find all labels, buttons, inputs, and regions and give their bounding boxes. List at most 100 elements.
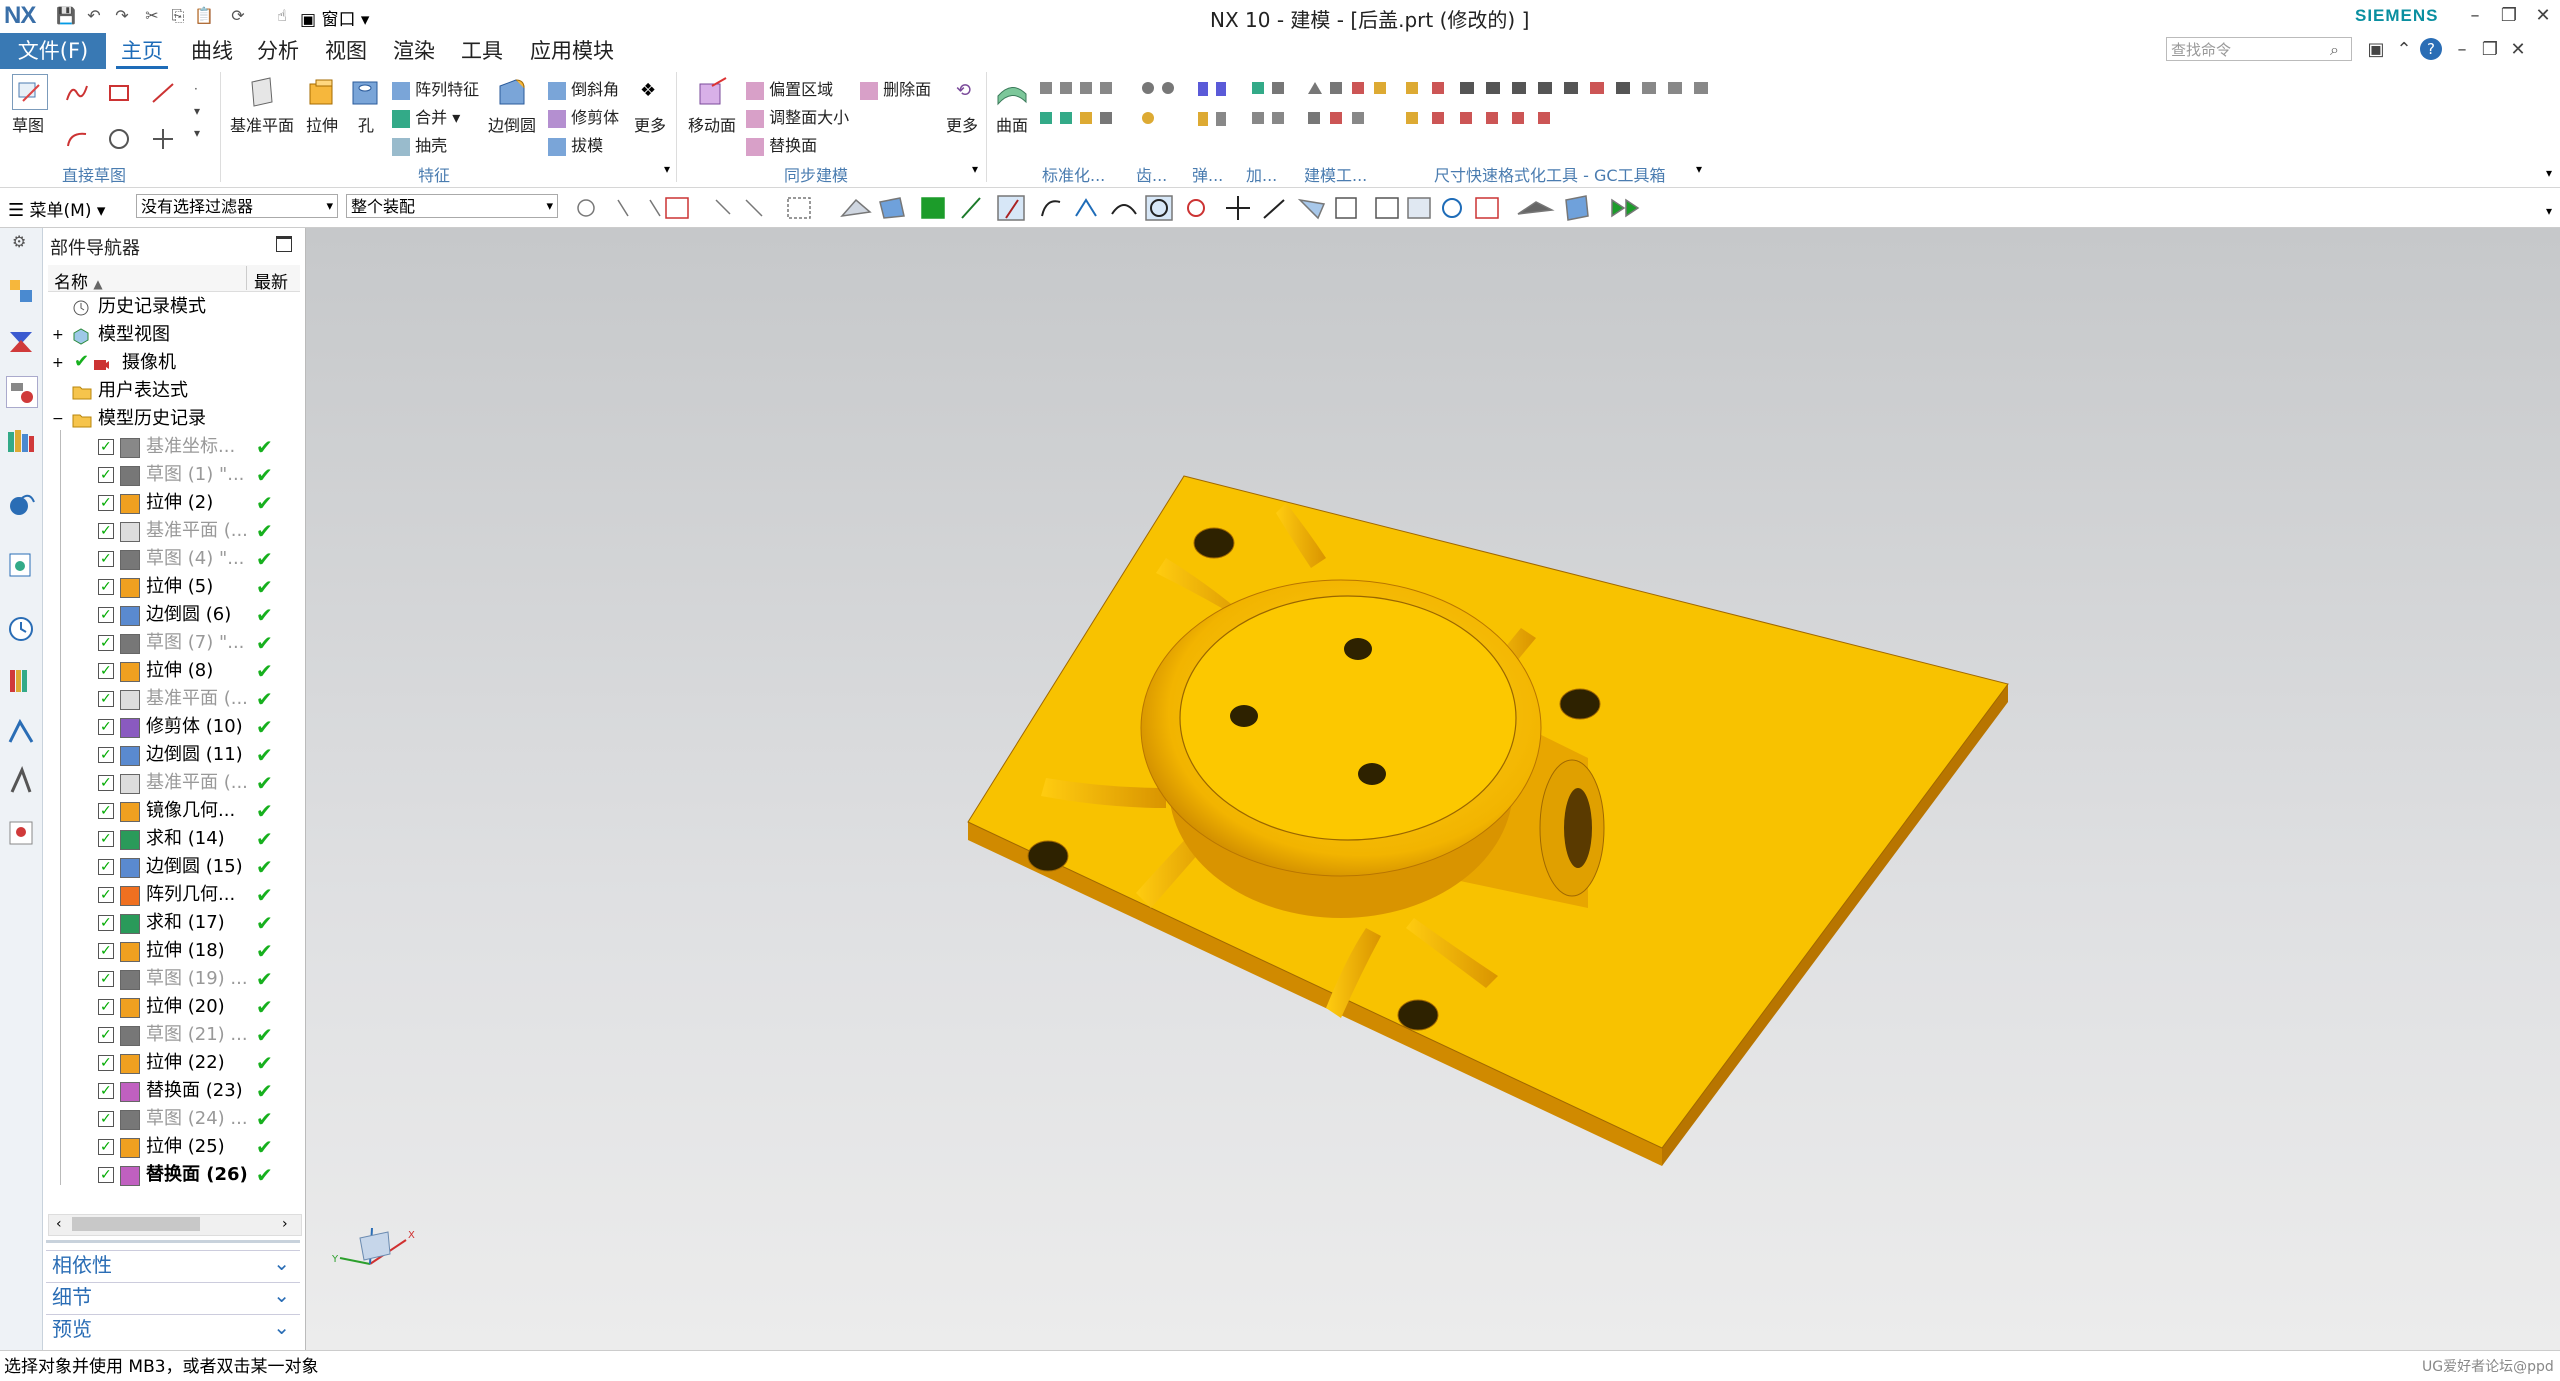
view-triad[interactable]: X Y xyxy=(330,1218,416,1282)
feature-row[interactable]: 基准平面 (... ✔ xyxy=(48,685,300,713)
part-model[interactable] xyxy=(306,228,2560,1350)
visibility-checkbox[interactable] xyxy=(98,601,114,629)
visibility-checkbox[interactable] xyxy=(98,629,114,657)
visibility-checkbox[interactable] xyxy=(98,685,114,713)
group-gear[interactable]: 齿... xyxy=(1136,162,1167,186)
feature-row[interactable]: 拉伸 (18) ✔ xyxy=(48,937,300,965)
datum-plane-icon[interactable] xyxy=(246,76,278,112)
navigator-maximize-icon[interactable] xyxy=(276,236,292,252)
constraint-navigator-icon[interactable] xyxy=(6,326,36,356)
profile-icon[interactable] xyxy=(64,80,90,110)
draft-button[interactable]: 拔模 xyxy=(548,132,603,156)
feature-row[interactable]: 拉伸 (8) ✔ xyxy=(48,657,300,685)
visibility-checkbox[interactable] xyxy=(98,909,114,937)
spring-tools-icons[interactable] xyxy=(1196,80,1236,140)
feature-row[interactable]: 草图 (21) ... ✔ xyxy=(48,1021,300,1049)
touch-mode-icon[interactable]: ☝ xyxy=(272,6,292,26)
undo-icon[interactable]: ↶ xyxy=(84,6,104,26)
feature-row[interactable]: 草图 (19) ... ✔ xyxy=(48,965,300,993)
group-spring[interactable]: 弹... xyxy=(1192,162,1223,186)
visibility-checkbox[interactable] xyxy=(98,461,114,489)
graphics-window[interactable] xyxy=(306,228,2560,1350)
sketch-button[interactable]: 草图 xyxy=(12,112,44,136)
visibility-checkbox[interactable] xyxy=(98,657,114,685)
paste-icon[interactable]: 📋 xyxy=(194,6,214,26)
close-icon[interactable]: ✕ xyxy=(2528,4,2558,28)
history-palette-icon[interactable] xyxy=(6,550,36,580)
feature-row[interactable]: 边倒圆 (6) ✔ xyxy=(48,601,300,629)
feature-row[interactable]: 草图 (24) ... ✔ xyxy=(48,1105,300,1133)
feature-row[interactable]: 替换面 (26) ✔ xyxy=(48,1161,300,1189)
circle-icon[interactable] xyxy=(106,126,132,156)
feature-row[interactable]: 阵列几何... ✔ xyxy=(48,881,300,909)
extrude-button[interactable]: 拉伸 xyxy=(306,112,338,136)
hole-icon[interactable] xyxy=(350,76,380,112)
panel-details[interactable]: 细节 ⌄ xyxy=(46,1282,300,1311)
feature-row[interactable]: 拉伸 (5) ✔ xyxy=(48,573,300,601)
doc-restore-icon[interactable]: ❐ xyxy=(2478,38,2502,62)
scroll-right-icon[interactable]: › xyxy=(282,1216,288,1232)
gear-tools-icons[interactable] xyxy=(1140,80,1184,140)
repeat-command-icon[interactable]: ⟳ xyxy=(228,6,248,26)
help-icon[interactable]: ? xyxy=(2420,38,2442,60)
feature-row[interactable]: 边倒圆 (15) ✔ xyxy=(48,853,300,881)
sync-more-icon[interactable]: ⟲ xyxy=(956,80,971,101)
sketch-icon[interactable] xyxy=(12,74,48,110)
process-studio-icon[interactable] xyxy=(6,716,36,746)
feature-row[interactable]: 拉伸 (20) ✔ xyxy=(48,993,300,1021)
tree-node-user-expressions[interactable]: 用户表达式 xyxy=(48,377,300,405)
feature-row[interactable]: 草图 (4) "... ✔ xyxy=(48,545,300,573)
command-search-input[interactable]: 查找命令 xyxy=(2166,37,2352,61)
feature-row[interactable]: 替换面 (23) ✔ xyxy=(48,1077,300,1105)
visibility-checkbox[interactable] xyxy=(98,1077,114,1105)
standard-parts-icons[interactable] xyxy=(1038,80,1118,140)
feature-row[interactable]: 拉伸 (22) ✔ xyxy=(48,1049,300,1077)
feature-row[interactable]: 边倒圆 (11) ✔ xyxy=(48,741,300,769)
doc-minimize-icon[interactable]: – xyxy=(2450,38,2474,62)
feature-row[interactable]: 基准平面 (... ✔ xyxy=(48,517,300,545)
visibility-checkbox[interactable] xyxy=(98,713,114,741)
search-icon[interactable]: ⌕ xyxy=(2330,40,2339,60)
tree-node-history-mode[interactable]: 历史记录模式 xyxy=(48,293,300,321)
toolbar-options-icon[interactable]: ▾ xyxy=(2546,204,2552,218)
splitter[interactable] xyxy=(46,1240,300,1243)
scroll-left-icon[interactable]: ‹ xyxy=(56,1216,62,1232)
feature-row[interactable]: 基准平面 (... ✔ xyxy=(48,769,300,797)
chamfer-button[interactable]: 倒斜角 xyxy=(548,76,619,100)
snap-point-toolbar[interactable] xyxy=(566,192,1766,224)
tree-node-model-views[interactable]: + 模型视图 xyxy=(48,321,300,349)
history-clock-icon[interactable] xyxy=(6,614,36,644)
visibility-checkbox[interactable] xyxy=(98,741,114,769)
expand-icon[interactable]: + xyxy=(52,349,64,377)
panel-dependencies[interactable]: 相依性 ⌄ xyxy=(46,1250,300,1279)
point-icon[interactable] xyxy=(150,126,176,156)
save-icon[interactable]: 💾 xyxy=(56,6,76,26)
part-navigator-icon[interactable] xyxy=(6,376,38,408)
tab-analysis[interactable]: 分析 xyxy=(252,33,304,69)
datum-plane-button[interactable]: 基准平面 xyxy=(230,112,294,136)
visibility-checkbox[interactable] xyxy=(98,965,114,993)
trim-body-button[interactable]: 修剪体 xyxy=(548,104,619,128)
surface-icon[interactable] xyxy=(996,76,1028,112)
window-layout-icon[interactable]: ▣ xyxy=(2364,38,2388,62)
tree-node-cameras[interactable]: + ✔ 摄像机 xyxy=(48,349,300,377)
scrollbar-thumb[interactable] xyxy=(72,1217,200,1231)
gc-toolkit-icons[interactable] xyxy=(1404,80,1714,140)
visibility-checkbox[interactable] xyxy=(98,881,114,909)
hole-button[interactable]: 孔 xyxy=(358,112,374,136)
build-tools-icons[interactable] xyxy=(1306,80,1396,140)
visibility-checkbox[interactable] xyxy=(98,937,114,965)
sync-group-dropdown-icon[interactable]: ▾ xyxy=(972,162,978,176)
delete-face-button[interactable]: 删除面 xyxy=(860,76,931,100)
visibility-checkbox[interactable] xyxy=(98,517,114,545)
visibility-checkbox[interactable] xyxy=(98,1049,114,1077)
collapse-icon[interactable]: − xyxy=(52,405,64,433)
assembly-navigator-icon[interactable] xyxy=(6,276,36,306)
tab-curve[interactable]: 曲线 xyxy=(186,33,238,69)
group-gc-toolkit[interactable]: 尺寸快速格式化工具 - GC工具箱 xyxy=(1434,162,1666,186)
arc-icon[interactable] xyxy=(64,126,90,156)
resource-settings-icon[interactable]: ⚙ xyxy=(12,232,26,251)
feature-row[interactable]: 修剪体 (10) ✔ xyxy=(48,713,300,741)
group-machining[interactable]: 加... xyxy=(1246,162,1277,186)
visibility-checkbox[interactable] xyxy=(98,573,114,601)
